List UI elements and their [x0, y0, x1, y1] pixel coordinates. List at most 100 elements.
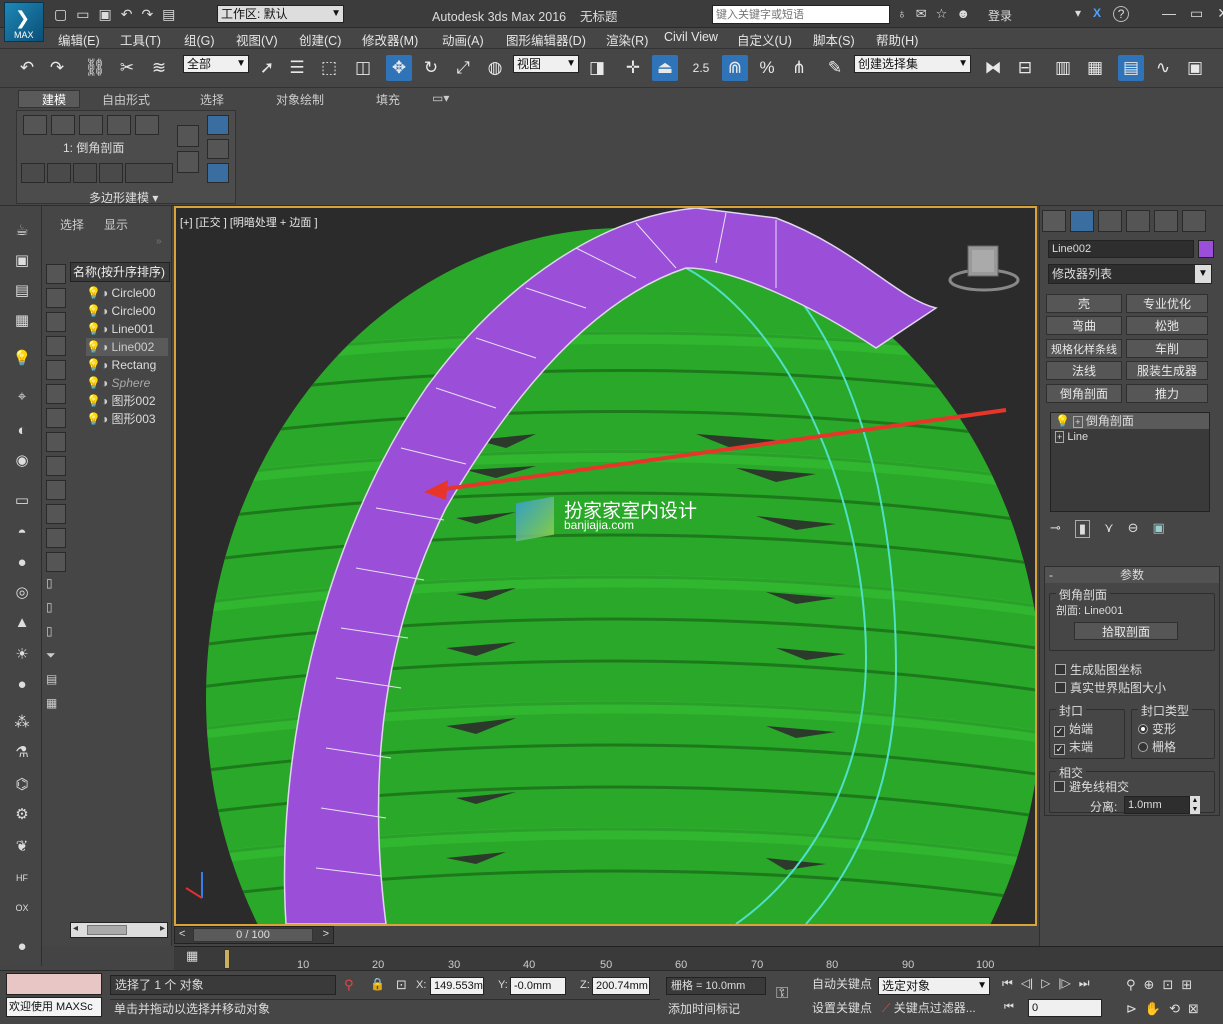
- menu-customize[interactable]: 自定义(U): [737, 30, 792, 49]
- ribbon-pin-1-icon[interactable]: [207, 115, 229, 135]
- render-frame-icon[interactable]: ▣: [10, 248, 34, 272]
- maxscript-listener-pink[interactable]: [6, 973, 102, 995]
- window-crossing-icon[interactable]: ◫: [350, 55, 376, 81]
- gen-map-coords-checkbox[interactable]: 生成贴图坐标: [1055, 661, 1142, 678]
- menu-create[interactable]: 创建(C): [299, 30, 341, 49]
- key-mode-toggle-icon[interactable]: ⏮: [1004, 1001, 1014, 1014]
- cap-morph-radio[interactable]: 变形: [1138, 720, 1176, 737]
- filter-spacewarps-icon[interactable]: [46, 384, 66, 404]
- isolate-icon[interactable]: ⚲: [344, 977, 354, 993]
- separation-spinner[interactable]: 1.0mm: [1124, 796, 1190, 814]
- freeze-icon[interactable]: ◑: [101, 412, 108, 426]
- element-icon[interactable]: [135, 115, 159, 135]
- angle-snap-icon[interactable]: ⋒: [722, 55, 748, 81]
- cap-grid-radio[interactable]: 栅格: [1138, 738, 1176, 755]
- scale-icon[interactable]: ⤢: [450, 55, 476, 81]
- undo-icon[interactable]: ↶: [14, 55, 40, 81]
- undo-icon[interactable]: ↶: [121, 6, 133, 23]
- save-icon[interactable]: ▣: [98, 6, 111, 23]
- edit-named-sel-icon[interactable]: ✎: [822, 55, 848, 81]
- utilities-tab-icon[interactable]: [1182, 210, 1206, 232]
- vertex-icon[interactable]: [23, 115, 47, 135]
- menu-rendering[interactable]: 渲染(R): [606, 30, 648, 49]
- filter-extra-icon[interactable]: ▦: [46, 696, 66, 716]
- box-icon[interactable]: ▭: [10, 488, 34, 512]
- named-selection-select[interactable]: 创建选择集 ▼: [854, 55, 971, 73]
- redo-icon[interactable]: ↷: [141, 6, 153, 23]
- remove-modifier-icon[interactable]: ⊖: [1128, 520, 1139, 538]
- rotate-icon[interactable]: ↻: [418, 55, 444, 81]
- hemisphere-icon[interactable]: ◓: [10, 520, 34, 544]
- globe-icon[interactable]: ●: [10, 934, 34, 958]
- pan-icon[interactable]: ✋: [1145, 1001, 1161, 1017]
- link-icon[interactable]: ⛓: [82, 55, 108, 81]
- dropdown-icon[interactable]: ▾: [1075, 6, 1081, 22]
- light-bulb-icon[interactable]: 💡: [86, 322, 101, 336]
- redo-icon[interactable]: ↷: [44, 55, 70, 81]
- menu-modifiers[interactable]: 修改器(M): [362, 30, 418, 49]
- comm-center-icon[interactable]: ✉: [916, 6, 927, 22]
- go-to-start-icon[interactable]: ⏮: [1002, 976, 1013, 991]
- select-object-icon[interactable]: ➚: [254, 55, 280, 81]
- render-setup-icon[interactable]: ▦: [10, 308, 34, 332]
- tab-populate[interactable]: 填充: [376, 91, 400, 108]
- explorer-hscrollbar[interactable]: ◂ ▸: [70, 922, 168, 938]
- menu-scripting[interactable]: 脚本(S): [813, 30, 855, 49]
- avoid-intersect-checkbox[interactable]: 避免线相交: [1054, 778, 1129, 795]
- normal-button[interactable]: 法线: [1046, 361, 1122, 380]
- place-icon[interactable]: ◍: [482, 55, 508, 81]
- cone-icon[interactable]: ▲: [10, 610, 34, 634]
- light-bulb-icon[interactable]: 💡: [86, 412, 101, 426]
- ribbon-pin-3-icon[interactable]: [207, 163, 229, 183]
- cap-end-checkbox[interactable]: ✓ 末端: [1054, 738, 1093, 755]
- lathe-button[interactable]: 车削: [1126, 339, 1208, 358]
- configure-sets-icon[interactable]: ▣: [1153, 520, 1165, 538]
- molecule-icon[interactable]: ⚗: [10, 740, 34, 764]
- next-frame-icon[interactable]: |▷: [1058, 976, 1070, 991]
- login-link[interactable]: 登录: [988, 7, 1012, 24]
- shell-button[interactable]: 壳: [1046, 294, 1122, 313]
- snap-toggle-icon[interactable]: 2.5: [688, 55, 714, 81]
- viewport[interactable]: [+] [正交 ] [明暗处理 + 边面 ] 扮家家室内设计 banjiajia…: [174, 206, 1037, 926]
- modifier-list-dropdown[interactable]: 修改器列表 ▼: [1048, 264, 1212, 284]
- object-color-swatch[interactable]: [1198, 240, 1214, 258]
- modify-tab-icon[interactable]: [1070, 210, 1094, 232]
- set-key-button[interactable]: 设置关键点: [808, 999, 876, 1019]
- maximize-icon[interactable]: ▭: [1190, 5, 1203, 22]
- torus-icon[interactable]: ◎: [10, 580, 34, 604]
- ribbon-toggle-icon[interactable]: ▤: [1118, 55, 1144, 81]
- ref-coord-select[interactable]: 视图 ▼: [513, 55, 579, 73]
- light-bulb-icon[interactable]: 💡: [86, 358, 101, 372]
- filter-lights-icon[interactable]: [46, 312, 66, 332]
- ribbon-tool-4-icon[interactable]: [99, 163, 123, 183]
- filter-funnel-icon[interactable]: ⏷: [46, 648, 66, 668]
- zoom-icon[interactable]: ⚲: [1126, 977, 1136, 993]
- filter-sync-icon[interactable]: ▯: [46, 624, 66, 644]
- schematic-view-icon[interactable]: ▣: [1182, 55, 1208, 81]
- track-bar[interactable]: [174, 946, 1223, 970]
- align-icon[interactable]: ⊟: [1012, 55, 1038, 81]
- light-icon[interactable]: 💡: [10, 346, 34, 370]
- sphere-icon[interactable]: ●: [10, 550, 34, 574]
- filter-all-icon[interactable]: [46, 552, 66, 572]
- track-bar-current-frame[interactable]: [224, 949, 230, 969]
- hierarchy-tab-icon[interactable]: [1098, 210, 1122, 232]
- edge-icon[interactable]: [51, 115, 75, 135]
- maxscript-listener[interactable]: 欢迎使用 MAXSc: [6, 997, 102, 1017]
- light-bulb-icon[interactable]: 💡: [86, 286, 101, 300]
- border-icon[interactable]: [79, 115, 103, 135]
- key-mode-icon[interactable]: ⚿: [776, 985, 788, 1003]
- prev-frame-icon[interactable]: ◁|: [1021, 976, 1033, 991]
- minimize-icon[interactable]: —: [1162, 5, 1176, 22]
- z-coordinate-field[interactable]: 200.74mm: [592, 977, 650, 995]
- motion-tab-icon[interactable]: [1126, 210, 1150, 232]
- collapse-icon[interactable]: -: [1049, 567, 1053, 583]
- pro-optimizer-button[interactable]: 专业优化: [1126, 294, 1208, 313]
- pivot-center-icon[interactable]: ◨: [584, 55, 610, 81]
- layer-manager-icon[interactable]: ▥: [1050, 55, 1076, 81]
- menu-views[interactable]: 视图(V): [236, 30, 278, 49]
- gear-icon[interactable]: ⚙: [10, 802, 34, 826]
- material-editor-icon[interactable]: ▤: [10, 278, 34, 302]
- camera-icon[interactable]: ⌖: [10, 384, 34, 408]
- normalize-spline-button[interactable]: 规格化样条线: [1046, 339, 1122, 358]
